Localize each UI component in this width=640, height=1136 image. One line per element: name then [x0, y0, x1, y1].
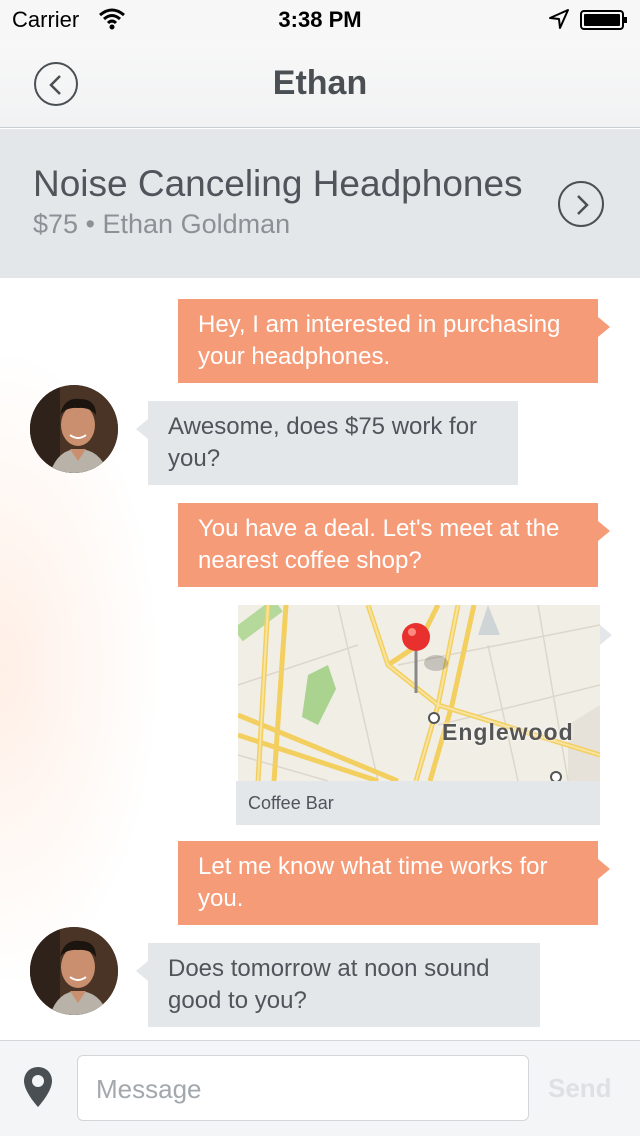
message-text: Does tomorrow at noon sound good to you? — [168, 955, 490, 1014]
message-outgoing: Hey, I am interested in purchasing your … — [178, 299, 610, 383]
chevron-right-icon — [577, 195, 589, 215]
message-composer: Message Send — [0, 1040, 640, 1136]
map-message[interactable]: Englewood Coffee Bar — [236, 605, 612, 825]
message-text: Awesome, does $75 work for you? — [168, 413, 478, 472]
avatar-photo — [30, 385, 118, 473]
status-time: 3:38 PM — [278, 7, 362, 32]
message-outgoing: You have a deal. Let's meet at the neare… — [178, 503, 610, 587]
message-input[interactable]: Message — [77, 1055, 529, 1121]
bubble-tail — [600, 625, 612, 645]
avatar-photo — [30, 927, 118, 1015]
message-text: Let me know what time works for you. — [198, 853, 548, 912]
listing-title: Noise Canceling Headphones — [33, 163, 523, 204]
send-button[interactable]: Send — [548, 1073, 612, 1104]
map-thumbnail[interactable]: Englewood — [238, 605, 600, 781]
view-listing-button[interactable] — [558, 181, 604, 227]
message-outgoing: Let me know what time works for you. — [178, 841, 610, 925]
avatar[interactable] — [30, 927, 118, 1015]
conversation-title: Ethan — [272, 64, 368, 102]
message-incoming: Awesome, does $75 work for you? — [136, 401, 518, 485]
chat-thread[interactable]: Hey, I am interested in purchasing your … — [0, 278, 640, 1040]
message-text: Hey, I am interested in purchasing your … — [198, 311, 561, 370]
listing-header[interactable]: Noise Canceling Headphones $75 • Ethan G… — [0, 129, 640, 278]
message-text: You have a deal. Let's meet at the neare… — [198, 515, 560, 574]
map-place-label: Englewood — [442, 719, 574, 745]
message-incoming: Does tomorrow at noon sound good to you? — [136, 943, 540, 1027]
listing-meta: $75 • Ethan Goldman — [33, 209, 291, 239]
status-bar: Carrier 3:38 PM — [0, 0, 640, 40]
location-pin-icon[interactable] — [22, 1065, 54, 1109]
nav-bar: Ethan — [0, 40, 640, 128]
map-graphic — [238, 605, 600, 781]
avatar[interactable] — [30, 385, 118, 473]
location-arrow-icon — [549, 9, 569, 29]
battery-icon — [580, 10, 627, 30]
map-caption: Coffee Bar — [236, 781, 600, 825]
